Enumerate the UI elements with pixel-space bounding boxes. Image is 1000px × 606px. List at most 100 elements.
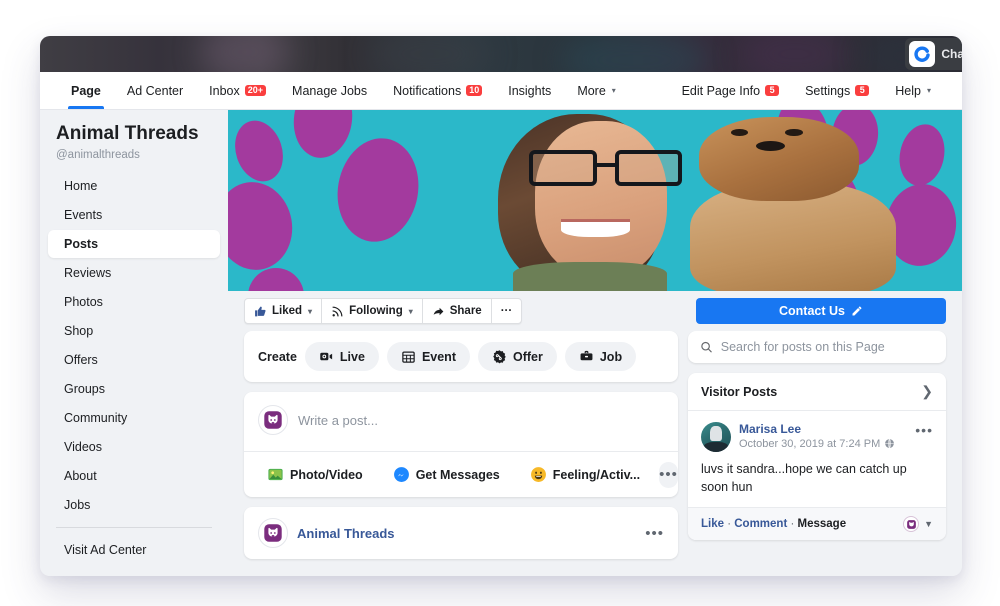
composer-actions: Photo/Video Get Messages Feeling/Activ..… [244,451,678,497]
chevron-down-icon: ▾ [926,86,931,95]
nav-tab-label: Page [71,83,101,98]
nav-tab-ad-center[interactable]: Ad Center [114,72,196,109]
nav-tab-page[interactable]: Page [58,72,114,109]
topbar-blur-blob [560,36,710,72]
following-button-label: Following [349,305,403,317]
cover-photo[interactable] [228,110,962,291]
visitor-post-message-link[interactable]: Message [798,518,847,530]
sidebar-item-offers[interactable]: Offers [48,346,220,374]
sidebar-item-reviews[interactable]: Reviews [48,259,220,287]
visitor-post: Marisa Lee October 30, 2019 at 7:24 PM •… [688,411,946,540]
chevron-down-icon[interactable]: ▼ [924,519,933,529]
visitor-post-more-button[interactable]: ••• [915,422,933,438]
sidebar-item-about[interactable]: About [48,462,220,490]
feed-right-column: Visitor Posts ❯ Marisa Lee [688,331,946,576]
sidebar-item-events[interactable]: Events [48,201,220,229]
visitor-post-like-link[interactable]: Like [701,518,724,530]
sidebar-item-shop[interactable]: Shop [48,317,220,345]
visitor-posts-card: Visitor Posts ❯ Marisa Lee October 30, 2… [688,373,946,540]
more-options-button[interactable]: ··· [492,299,521,323]
briefcase-icon [580,350,593,361]
nav-tab-inbox[interactable]: Inbox 20+ [196,72,279,109]
nav-tab-label: Help [895,83,921,98]
visitor-post-actions: Like · Comment · Message [701,518,847,530]
page-content: Animal Threads @animalthreads Home Event… [40,110,962,576]
create-job-button[interactable]: Job [564,342,637,371]
composer-feeling-activity-button[interactable]: Feeling/Activ... [518,460,652,489]
page-post-card: Animal Threads ••• [244,507,678,559]
nav-tab-label: Inbox [209,83,240,98]
page-post-author: Animal Threads [297,525,395,541]
nav-left-group: Page Ad Center Inbox 20+ Manage Jobs Not… [58,72,629,109]
composer-photo-video-button[interactable]: Photo/Video [256,460,374,489]
person-glasses [529,149,683,186]
nav-tab-label: Manage Jobs [292,83,368,98]
visitor-posts-header[interactable]: Visitor Posts ❯ [688,373,946,411]
create-live-button[interactable]: Live [304,342,379,371]
composer-input-row[interactable]: Write a post... [244,392,678,451]
animal-threads-dog-avatar [258,405,288,435]
visitor-post-comment-link[interactable]: Comment [734,518,787,530]
create-offer-button[interactable]: Offer [477,342,557,371]
composer-more-button[interactable]: ••• [659,461,678,488]
share-button[interactable]: Share [423,299,492,323]
page-handle: @animalthreads [56,148,140,161]
topbar-blur-blob [740,36,850,72]
video-camera-icon [320,352,333,361]
sidebar-item-community[interactable]: Community [48,404,220,432]
visitor-post-reaction[interactable]: ▼ [903,516,933,532]
nav-tab-label: Ad Center [126,83,184,98]
page-post-header: Animal Threads ••• [258,518,664,548]
liked-button[interactable]: Liked ▾ [245,299,323,323]
sidebar-item-posts[interactable]: Posts [48,229,220,258]
nav-badge-inbox: 20+ [244,84,267,97]
smiley-icon [530,467,546,482]
browser-window: Chat Page Ad Center Inbox 20+ Manage Job… [40,36,962,576]
chevron-right-icon[interactable]: ❯ [921,383,933,400]
paw-print-decoration [880,120,962,271]
chat-widget-button[interactable]: Chat [905,38,962,70]
search-input[interactable] [720,340,934,354]
sidebar-item-photos[interactable]: Photos [48,288,220,316]
nav-tab-insights[interactable]: Insights [495,72,564,109]
tag-icon [493,350,506,364]
visitor-post-header: Marisa Lee October 30, 2019 at 7:24 PM •… [701,422,933,452]
visitor-post-meta: October 30, 2019 at 7:24 PM [739,438,895,450]
share-arrow-icon [433,307,444,315]
sidebar-item-home[interactable]: Home [48,172,220,200]
sidebar-divider [56,526,212,528]
nav-tab-settings[interactable]: Settings 5 [792,72,882,109]
sidebar-item-videos[interactable]: Videos [48,433,220,461]
nav-tab-more[interactable]: More ▾ [564,72,629,109]
chevron-down-icon: ▾ [611,86,616,95]
nav-tab-label: Edit Page Info [681,83,761,98]
page-search-box[interactable] [688,331,946,363]
nav-tab-manage-jobs[interactable]: Manage Jobs [279,72,380,109]
globe-icon [885,439,895,449]
visitor-posts-title: Visitor Posts [701,384,778,399]
chevron-down-icon: ▾ [408,306,413,316]
nav-tab-help[interactable]: Help ▾ [882,72,944,109]
sidebar-item-visit-ad-center[interactable]: Visit Ad Center [48,536,220,564]
sidebar-item-groups[interactable]: Groups [48,375,220,403]
create-live-label: Live [339,349,365,364]
page-post-more-button[interactable]: ••• [645,525,664,542]
contact-us-button[interactable]: Contact Us [696,298,946,324]
page-main-column: Liked ▾ Following ▾ Share ··· Contact Us… [228,110,962,576]
visitor-post-author[interactable]: Marisa Lee [739,422,895,438]
paw-print-decoration [228,260,338,291]
nav-tab-notifications[interactable]: Notifications 10 [380,72,495,109]
nav-tab-edit-page-info[interactable]: Edit Page Info 5 [669,72,793,109]
create-event-button[interactable]: Event [386,342,470,371]
composer-get-messages-button[interactable]: Get Messages [381,460,511,489]
avatar[interactable] [701,422,731,452]
sidebar-item-jobs[interactable]: Jobs [48,491,220,519]
visitor-post-timestamp: October 30, 2019 at 7:24 PM [739,437,881,450]
chat-logo-c-icon [909,41,936,67]
following-button[interactable]: Following ▾ [322,299,423,323]
composer-get-messages-label: Get Messages [415,467,500,482]
visitor-post-body: luvs it sandra...hope we can catch up so… [701,462,907,494]
chat-widget-label: Chat [941,47,962,61]
create-card: Create Live Event Offer Job [244,331,678,382]
person-face [534,120,667,277]
